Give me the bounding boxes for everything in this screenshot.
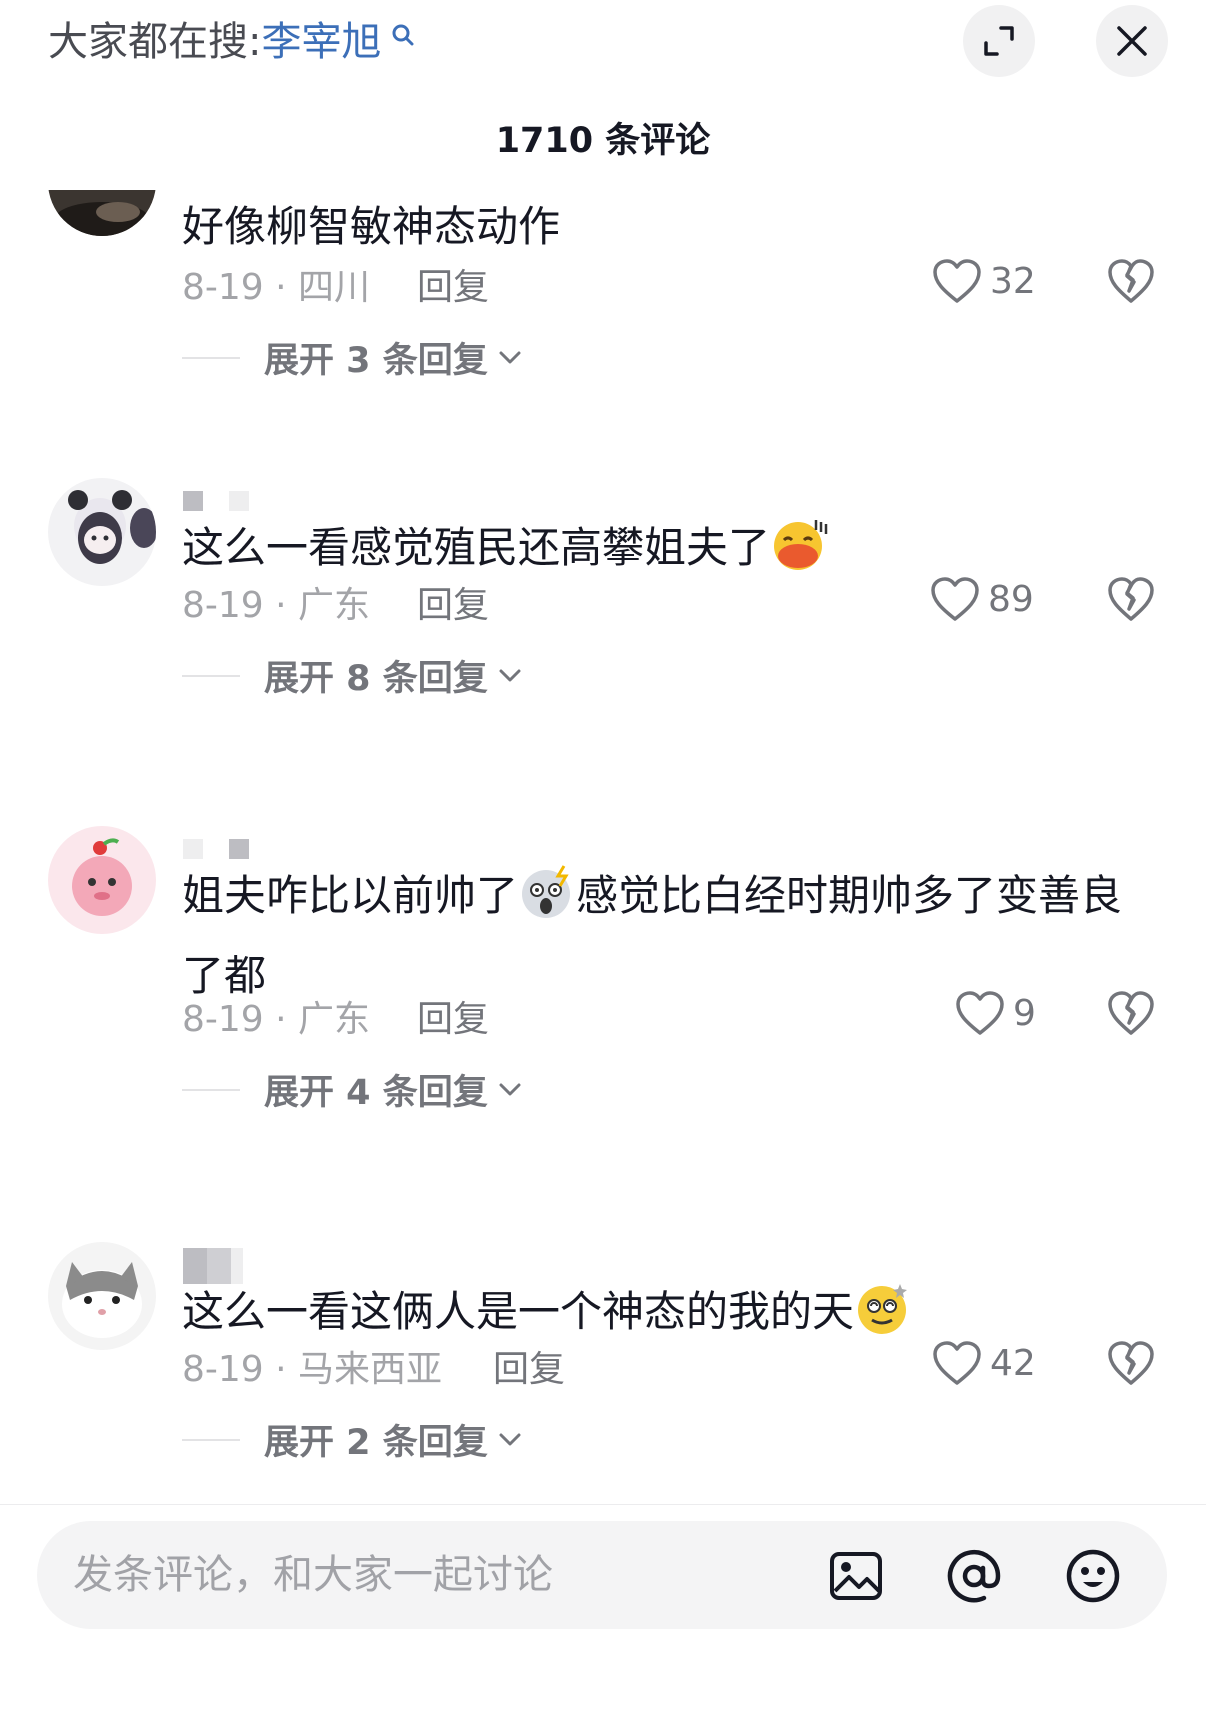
- reply-button[interactable]: 回复: [417, 258, 489, 310]
- expand-replies-button[interactable]: 展开 8 条回复: [182, 650, 522, 701]
- avatar[interactable]: [48, 190, 156, 236]
- comment-meta: 8-19 · 四川: [182, 258, 370, 310]
- meta-separator: ·: [263, 1349, 299, 1390]
- comment-date: 8-19: [182, 999, 264, 1040]
- divider-line: [182, 356, 240, 359]
- bottom-divider: [0, 1504, 1206, 1505]
- dislike-button[interactable]: [1107, 576, 1155, 626]
- like-button[interactable]: 9: [955, 990, 1036, 1036]
- comment-date: 8-19: [182, 267, 264, 308]
- mosaic-block: [229, 491, 249, 511]
- nickname-redacted[interactable]: [183, 838, 249, 860]
- comment-list[interactable]: 好像柳智敏神态动作 8-19 · 四川 回复 32 展开 3 条回复 这么一看感…: [0, 190, 1206, 1504]
- meta-separator: ·: [263, 585, 299, 626]
- divider-line: [182, 1438, 240, 1441]
- comment-text: 好像柳智敏神态动作: [182, 202, 561, 251]
- heart-icon: [933, 259, 981, 303]
- mention-button[interactable]: [946, 1548, 1002, 1604]
- chevron-down-icon: [499, 669, 521, 681]
- comment-location: 四川: [298, 267, 371, 308]
- emoji-icon: [1066, 1549, 1120, 1603]
- broken-heart-icon: [1108, 1341, 1154, 1385]
- at-icon: [947, 1549, 1001, 1603]
- comment-location: 广东: [298, 999, 371, 1040]
- like-count: 32: [990, 260, 1036, 302]
- reply-button[interactable]: 回复: [417, 576, 489, 628]
- broken-heart-icon: [1108, 259, 1154, 303]
- nickname-redacted[interactable]: [183, 490, 249, 512]
- comment-text-before-emoji: 姐夫咋比以前帅了: [182, 871, 519, 920]
- mosaic-block: [183, 491, 203, 511]
- expand-replies-button[interactable]: 展开 4 条回复: [182, 1064, 522, 1115]
- comment-count-title: 1710 条评论: [495, 121, 711, 161]
- search-hint-prefix: 大家都在搜:: [48, 19, 262, 65]
- comment-text: 姐夫咋比以前帅了 感觉比白经时期帅多了变善良了都: [182, 861, 1142, 1011]
- comment-date: 8-19: [182, 585, 264, 626]
- broken-heart-icon: [1108, 577, 1154, 621]
- dislike-button[interactable]: [1107, 1340, 1155, 1390]
- dizzy-face-emoji: [854, 1280, 912, 1357]
- comment-input-placeholder[interactable]: 发条评论，和大家一起讨论: [73, 1521, 553, 1629]
- reply-button[interactable]: 回复: [417, 990, 489, 1042]
- comment-meta: 8-19 · 广东: [182, 576, 370, 628]
- trending-search-hint[interactable]: 大家都在搜:李宰旭: [48, 14, 414, 70]
- emoji-button[interactable]: [1065, 1548, 1121, 1604]
- comment-meta: 8-19 · 马来西亚: [182, 1340, 442, 1392]
- expand-replies-label: 展开 4 条回复: [264, 1073, 488, 1113]
- search-icon: [383, 24, 414, 57]
- like-button[interactable]: 42: [932, 1340, 1036, 1386]
- kissing-face-emoji: [770, 516, 828, 593]
- mosaic-block: [183, 839, 203, 859]
- expand-icon: [984, 26, 1014, 56]
- avatar[interactable]: [48, 1242, 156, 1350]
- close-icon: [1117, 26, 1147, 56]
- meta-separator: ·: [263, 267, 299, 308]
- like-count: 9: [1013, 992, 1036, 1034]
- expand-button[interactable]: [963, 5, 1035, 77]
- comment-text-content: 这么一看这俩人是一个神态的我的天: [182, 1287, 855, 1336]
- image-icon: [830, 1552, 882, 1600]
- dislike-button[interactable]: [1107, 990, 1155, 1040]
- expand-replies-label: 展开 3 条回复: [264, 341, 488, 381]
- like-count: 42: [990, 1342, 1036, 1384]
- dislike-button[interactable]: [1107, 258, 1155, 308]
- heart-icon: [931, 577, 979, 621]
- divider-line: [182, 1088, 240, 1091]
- chevron-down-icon: [499, 1433, 521, 1445]
- divider-line: [182, 674, 240, 677]
- like-button[interactable]: 32: [932, 258, 1036, 304]
- comment-location: 广东: [298, 585, 371, 626]
- expand-replies-label: 展开 2 条回复: [264, 1423, 488, 1463]
- like-count: 89: [988, 578, 1034, 620]
- comment-date: 8-19: [182, 1349, 264, 1390]
- comment-text-content: 这么一看感觉殖民还高攀姐夫了: [182, 523, 771, 572]
- avatar[interactable]: [48, 826, 156, 934]
- expand-replies-button[interactable]: 展开 2 条回复: [182, 1414, 522, 1465]
- heart-icon: [933, 1341, 981, 1385]
- shocked-face-emoji: [518, 864, 576, 941]
- broken-heart-icon: [1108, 991, 1154, 1035]
- chevron-down-icon: [499, 1083, 521, 1095]
- close-button[interactable]: [1096, 5, 1168, 77]
- comment-location: 马来西亚: [298, 1349, 443, 1390]
- comment-meta: 8-19 · 广东: [182, 990, 370, 1042]
- heart-icon: [956, 991, 1004, 1035]
- image-button[interactable]: [828, 1548, 884, 1604]
- expand-replies-label: 展开 8 条回复: [264, 659, 488, 699]
- chevron-down-icon: [499, 351, 521, 363]
- meta-separator: ·: [263, 999, 299, 1040]
- search-keyword[interactable]: 李宰旭: [261, 19, 381, 65]
- avatar[interactable]: [48, 478, 156, 586]
- like-button[interactable]: 89: [930, 576, 1034, 622]
- expand-replies-button[interactable]: 展开 3 条回复: [182, 332, 522, 383]
- comment-input-bar[interactable]: 发条评论，和大家一起讨论: [37, 1521, 1167, 1629]
- reply-button[interactable]: 回复: [493, 1340, 565, 1392]
- mosaic-block: [229, 839, 249, 859]
